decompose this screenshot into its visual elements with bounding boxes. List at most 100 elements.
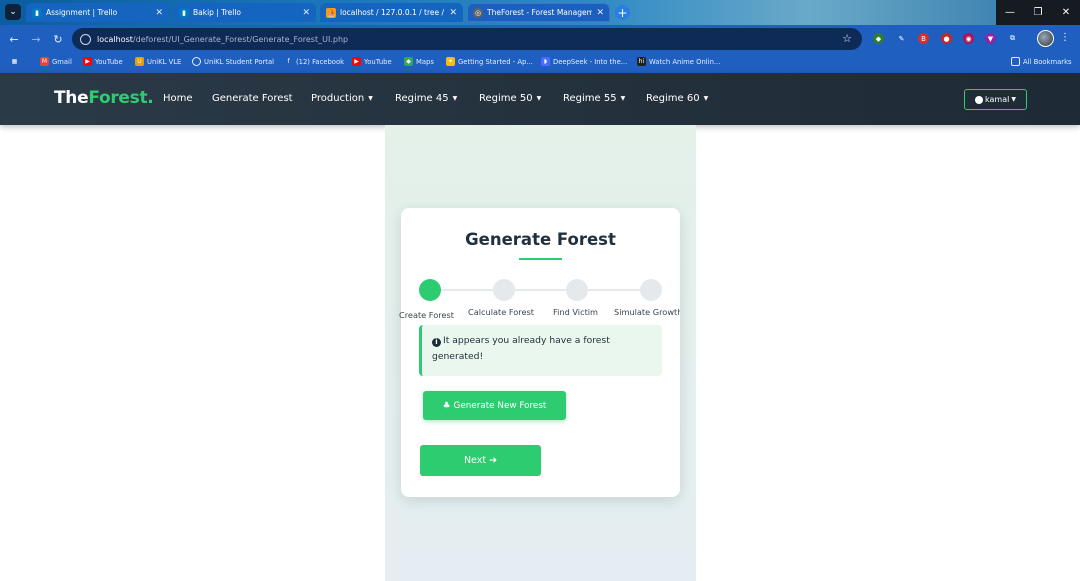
nav-regime-50[interactable]: Regime 50 ▼ bbox=[479, 93, 541, 104]
nav-label: Regime 45 bbox=[395, 93, 449, 104]
generate-new-forest-button[interactable]: ♣ Generate New Forest bbox=[423, 391, 566, 420]
user-dropdown-button[interactable]: kamal ▼ bbox=[964, 89, 1027, 110]
step-dot-simulate-growth[interactable] bbox=[640, 279, 662, 301]
bookmark-item[interactable]: f (12) Facebook bbox=[284, 57, 344, 66]
site-info-icon[interactable] bbox=[80, 33, 91, 45]
back-icon[interactable]: ← bbox=[6, 31, 22, 47]
bookmark-label: UniKL VLE bbox=[147, 57, 182, 66]
nav-label: Regime 50 bbox=[479, 93, 533, 104]
nav-label: Production bbox=[311, 93, 365, 104]
nav-generate-forest[interactable]: Generate Forest bbox=[212, 93, 293, 104]
bookmark-label: (12) Facebook bbox=[296, 57, 345, 66]
browser-tab-active[interactable]: ◎ TheForest - Forest Management ✕ bbox=[467, 3, 610, 22]
youtube-icon: ▶ bbox=[83, 57, 92, 66]
generate-forest-card: Generate Forest Create Forest Calculate … bbox=[399, 208, 680, 497]
unikl-icon: U bbox=[135, 57, 144, 66]
browser-tab[interactable]: ⛵ localhost / 127.0.0.1 / tree / use ✕ bbox=[320, 3, 463, 22]
tab-title: Assignment | Trello bbox=[46, 8, 118, 17]
reload-icon[interactable]: ↻ bbox=[50, 31, 66, 47]
nav-production[interactable]: Production ▼ bbox=[311, 93, 373, 104]
bookmark-item[interactable]: ✦ Getting Started - Ap... bbox=[446, 57, 533, 66]
step-label-create-forest: Create Forest bbox=[399, 310, 454, 320]
new-tab-button[interactable]: + bbox=[615, 5, 630, 20]
close-window-icon[interactable]: ✕ bbox=[1052, 0, 1080, 25]
trello-icon: ▮ bbox=[32, 7, 42, 18]
nav-home[interactable]: Home bbox=[163, 93, 193, 104]
step-dot-calculate-forest[interactable] bbox=[493, 279, 515, 301]
url-host: localhost bbox=[97, 34, 133, 44]
bookmark-item[interactable]: UniKL Student Portal bbox=[192, 57, 274, 66]
bookmark-label: Maps bbox=[416, 57, 434, 66]
apps-icon: ▦ bbox=[11, 58, 18, 65]
bookmark-label: YouTube bbox=[364, 57, 392, 66]
phpmyadmin-icon: ⛵ bbox=[326, 7, 336, 18]
bookmark-item[interactable]: hi Watch Anime Onlin... bbox=[637, 57, 720, 66]
nav-regime-55[interactable]: Regime 55 ▼ bbox=[563, 93, 625, 104]
info-circle-icon: i bbox=[432, 337, 441, 347]
caret-down-icon: ▼ bbox=[536, 95, 542, 102]
restore-icon[interactable]: ❐ bbox=[1024, 0, 1052, 25]
button-label: Next bbox=[463, 455, 487, 466]
close-icon[interactable]: ✕ bbox=[449, 8, 457, 18]
trello-icon: ▮ bbox=[179, 7, 189, 18]
apps-grid-icon[interactable]: ▦ bbox=[10, 57, 19, 66]
gmail-icon: M bbox=[40, 57, 49, 66]
youtube-icon: ▶ bbox=[352, 57, 361, 66]
browser-tab[interactable]: ▮ Bakip | Trello ✕ bbox=[173, 3, 316, 22]
menu-kebab-icon[interactable]: ⋮ bbox=[1060, 32, 1070, 43]
step-label-simulate-growth: Simulate Growth bbox=[614, 307, 680, 317]
close-icon[interactable]: ✕ bbox=[155, 8, 163, 18]
tab-search-icon[interactable]: ⌄ bbox=[5, 4, 21, 20]
globe-icon bbox=[192, 57, 201, 66]
extension-icon[interactable]: ● bbox=[941, 33, 952, 44]
pen-icon[interactable]: ✎ bbox=[896, 33, 907, 44]
extension-icon[interactable]: B bbox=[918, 33, 929, 44]
caret-down-icon: ▼ bbox=[620, 95, 626, 102]
window-controls: — ❐ ✕ bbox=[996, 0, 1080, 25]
extension-icon[interactable]: ◆ bbox=[873, 33, 884, 44]
site-navbar: TheForest. Home Generate Forest Producti… bbox=[0, 73, 1080, 125]
nav-label: Generate Forest bbox=[212, 93, 293, 104]
anime-icon: hi bbox=[637, 57, 646, 66]
step-label-find-victim: Find Victim bbox=[553, 307, 599, 317]
globe-icon: ◎ bbox=[473, 7, 483, 18]
user-icon bbox=[975, 95, 984, 104]
caret-down-icon: ▼ bbox=[703, 95, 709, 102]
next-button[interactable]: Next ➔ bbox=[420, 445, 541, 476]
profile-avatar[interactable] bbox=[1037, 30, 1054, 47]
minimize-icon[interactable]: — bbox=[996, 0, 1024, 25]
forward-icon[interactable]: → bbox=[28, 31, 44, 47]
puzzle-icon[interactable]: ⧉ bbox=[1007, 33, 1018, 44]
url-path: /deforest/UI_Generate_Forest/Generate_Fo… bbox=[132, 34, 349, 44]
browser-tab[interactable]: ▮ Assignment | Trello ✕ bbox=[26, 3, 169, 22]
bookmark-item[interactable]: ▶ YouTube bbox=[352, 57, 392, 66]
bookmark-label: DeepSeek - Into the... bbox=[553, 57, 628, 66]
nav-regime-45[interactable]: Regime 45 ▼ bbox=[395, 93, 457, 104]
close-icon[interactable]: ✕ bbox=[596, 8, 604, 18]
all-bookmarks[interactable]: All Bookmarks bbox=[1011, 57, 1072, 66]
tab-title: TheForest - Forest Management bbox=[487, 8, 593, 17]
step-dot-create-forest[interactable] bbox=[419, 279, 441, 301]
caret-down-icon: ▼ bbox=[1011, 96, 1016, 103]
stepper-line bbox=[430, 289, 651, 291]
browser-toolbar: ← → ↻ localhost/deforest/UI_Generate_For… bbox=[0, 25, 1080, 53]
bookmark-item[interactable]: ▶ YouTube bbox=[83, 57, 123, 66]
close-icon[interactable]: ✕ bbox=[302, 8, 310, 18]
nav-regime-60[interactable]: Regime 60 ▼ bbox=[646, 93, 708, 104]
brand-the: The bbox=[54, 88, 89, 108]
bookmark-item[interactable]: M Gmail bbox=[40, 57, 72, 66]
bookmark-item[interactable]: ◗ DeepSeek - Into the... bbox=[541, 57, 627, 66]
bookmarks-bar: ▦ M Gmail ▶ YouTube U UniKL VLE UniKL Stude… bbox=[0, 53, 1080, 73]
brand-logo[interactable]: TheForest. bbox=[54, 88, 154, 108]
address-bar[interactable]: localhost/deforest/UI_Generate_Forest/Ge… bbox=[72, 28, 862, 50]
extension-icon[interactable]: ◉ bbox=[963, 33, 974, 44]
step-dot-find-victim[interactable] bbox=[566, 279, 588, 301]
title-underline bbox=[519, 258, 562, 260]
nav-label: Regime 60 bbox=[646, 93, 700, 104]
browser-tab-strip: ⌄ ▮ Assignment | Trello ✕ ▮ Bakip | Trel… bbox=[0, 0, 1080, 25]
bookmark-item[interactable]: U UniKL VLE bbox=[135, 57, 181, 66]
bookmark-item[interactable]: ◆ Maps bbox=[404, 57, 434, 66]
shield-icon[interactable]: ▼ bbox=[985, 33, 996, 44]
brand-forest: Forest. bbox=[88, 88, 154, 108]
bookmark-star-icon[interactable]: ☆ bbox=[842, 32, 852, 45]
